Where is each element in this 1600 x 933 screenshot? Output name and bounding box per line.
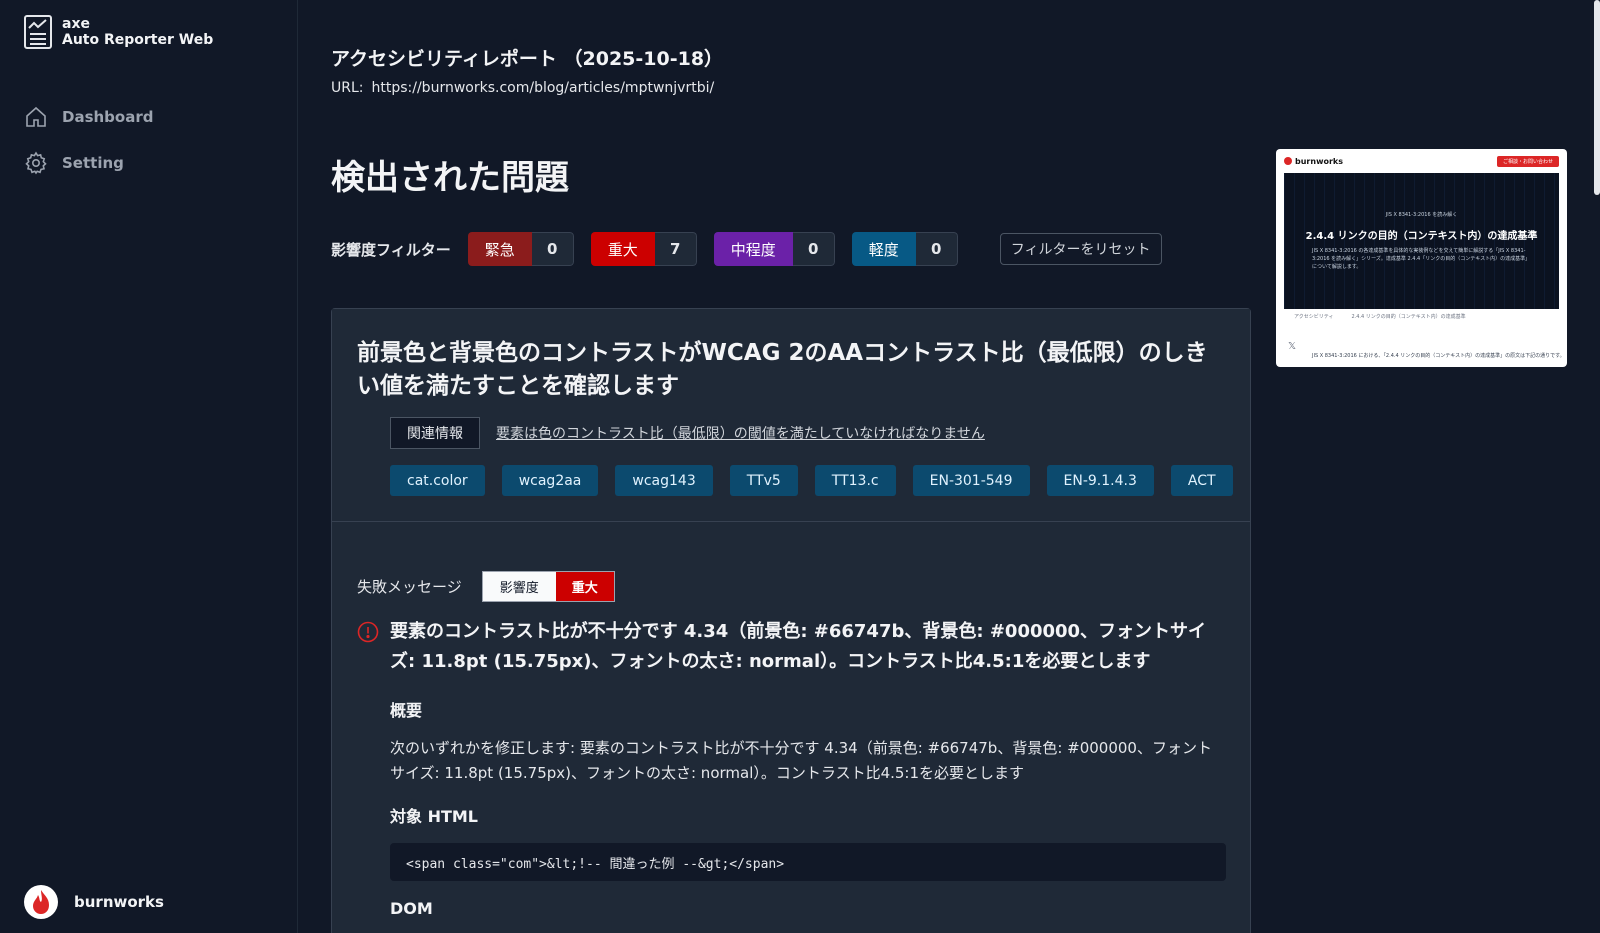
rule-tag[interactable]: EN-9.1.4.3 [1046,465,1154,496]
filter-critical[interactable]: 緊急 0 [467,232,574,266]
preview-x-share-icon: 𝕏 [1288,341,1297,352]
failure-message-label: 失敗メッセージ [357,578,462,596]
sidebar-item-label: Dashboard [62,108,154,126]
rule-tag[interactable]: wcag2aa [501,465,599,496]
filter-minor[interactable]: 軽度 0 [851,232,958,266]
filter-moderate[interactable]: 中程度 0 [713,232,835,266]
summary-heading: 概要 [390,701,423,720]
page-screenshot-preview[interactable]: burnworks ご相談・お問い合わせ JIS X 8341-3:2016 を… [1276,149,1567,367]
dom-heading: DOM [390,899,433,918]
app-subtitle: Auto Reporter Web [62,32,214,48]
rule-tag[interactable]: TT13.c [814,465,896,496]
impact-badge: 影響度 重大 [481,571,615,602]
summary-text: 次のいずれかを修正します: 要素のコントラスト比が不十分です 4.34（前景色:… [390,739,1212,782]
reset-filter-button[interactable]: フィルターをリセット [999,233,1162,265]
sidebar-item-dashboard[interactable]: Dashboard [24,94,153,140]
preview-contact-button: ご相談・お問い合わせ [1496,155,1559,167]
issue-card: 前景色と背景色のコントラストがWCAG 2のAAコントラスト比（最低限）のしきい… [331,308,1251,933]
filter-serious[interactable]: 重大 7 [590,232,697,266]
preview-lede: JIS X 8341-3:2016 の各達成基準を具体的な実装例などを交えて簡単… [1312,248,1531,270]
sidebar-nav: Dashboard Setting [24,94,153,186]
app-brand[interactable]: axe Auto Reporter Web [24,15,213,49]
impact-badge-key: 影響度 [482,572,556,601]
main-content: アクセシビリティレポート （2025-10-18） URL: https://bu… [331,0,1556,933]
preview-header: burnworks ご相談・お問い合わせ [1276,149,1567,173]
impact-filter-label: 影響度フィルター [331,240,451,259]
url-label: URL: [331,80,364,96]
rule-tags: cat.color wcag2aa wcag143 TTv5 TT13.c EN… [390,465,1250,496]
failure-message-header: 失敗メッセージ 影響度 重大 [357,571,615,602]
url-value[interactable]: https://burnworks.com/blog/articles/mptw… [372,80,715,96]
filter-chip-count: 0 [915,232,958,266]
preview-crumb: 2.4.4 リンクの目的（コンテキスト内）の達成基準 [1351,314,1466,320]
footer-brand-label: burnworks [74,893,164,911]
report-icon [24,15,52,49]
filter-chip-name: 中程度 [713,232,793,266]
burnworks-logo-icon [24,885,58,919]
related-info: 関連情報 要素は色のコントラスト比（最低限）の閾値を満たしていなければなりません [390,417,985,449]
home-icon [26,106,46,127]
filter-chip-name: 重大 [590,232,655,266]
page-scrollbar[interactable] [1594,0,1600,195]
section-title: 検出された問題 [331,158,569,198]
rule-tag[interactable]: wcag143 [615,465,713,496]
preview-body-text: JIS X 8341-3:2016 における、「2.4.4 リンクの目的（コンテ… [1312,353,1565,359]
sidebar: axe Auto Reporter Web Dashboard Setting … [0,0,298,933]
filter-chip-name: 緊急 [467,232,532,266]
filter-chip-count: 0 [792,232,835,266]
report-url: URL: https://burnworks.com/blog/articles/… [331,80,714,96]
filter-chip-count: 0 [531,232,574,266]
filter-chip-count: 7 [654,232,697,266]
rule-tag[interactable]: cat.color [390,465,485,496]
rule-tag[interactable]: ACT [1170,465,1233,496]
user-brand[interactable]: burnworks [24,885,164,919]
sidebar-item-label: Setting [62,154,124,172]
filter-chip-name: 軽度 [851,232,916,266]
related-info-label: 関連情報 [390,417,480,449]
app-name: axe [62,16,90,32]
sidebar-item-setting[interactable]: Setting [24,140,153,186]
preview-kicker: JIS X 8341-3:2016 を読み解く [1385,212,1458,218]
impact-filter: 影響度フィルター 緊急 0 重大 7 中程度 0 軽度 0 フィルターをリセット [331,232,1162,266]
gear-icon [25,151,47,175]
preview-hero: JIS X 8341-3:2016 を読み解く 2.4.4 リンクの目的（コンテ… [1284,173,1559,309]
target-html-heading: 対象 HTML [390,807,478,826]
rule-tag[interactable]: EN-301-549 [912,465,1030,496]
related-info-link[interactable]: 要素は色のコントラスト比（最低限）の閾値を満たしていなければなりません [496,423,985,443]
preview-breadcrumb: アクセシビリティ 2.4.4 リンクの目的（コンテキスト内）の達成基準 [1276,309,1567,324]
failure-message: 要素のコントラスト比が不十分です 4.34（前景色: #66747b、背景色: … [390,621,1207,672]
flame-icon [33,890,49,914]
rule-tag[interactable]: TTv5 [729,465,798,496]
issue-title: 前景色と背景色のコントラストがWCAG 2のAAコントラスト比（最低限）のしきい… [357,340,1208,399]
report-title: アクセシビリティレポート （2025-10-18） [331,48,724,70]
target-html-code: <span class="com">&lt;!-- 間違った例 --&gt;</… [390,843,1226,881]
impact-badge-value: 重大 [555,572,614,601]
preview-heading: 2.4.4 リンクの目的（コンテキスト内）の達成基準 [1305,231,1538,242]
alert-circle-icon [357,621,379,643]
preview-crumb: アクセシビリティ [1294,314,1334,320]
preview-logo: burnworks [1284,157,1343,166]
